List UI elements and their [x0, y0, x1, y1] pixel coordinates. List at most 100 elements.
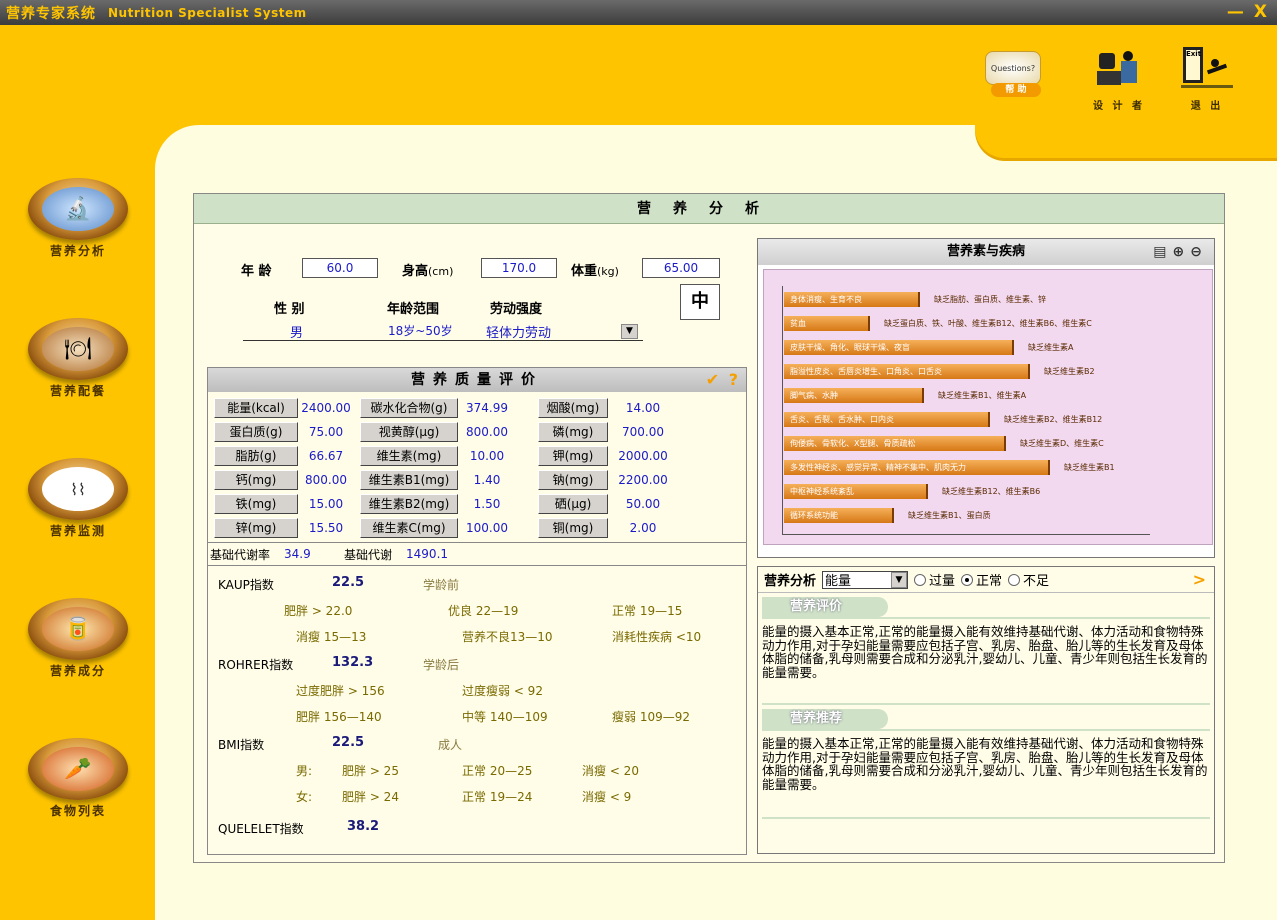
table-row: 脂肪(g) 66.67 维生素(mg) 10.00 钾(mg) 2000.00 — [214, 444, 678, 468]
analysis-toolbar: 营养分析 能量 ▼ 过量 正常 不足 > — [758, 567, 1214, 593]
microscope-icon: 🔬 — [42, 187, 114, 231]
zoom-in-icon[interactable]: ⊕ — [1173, 244, 1191, 260]
sex-label: 性 别 — [274, 302, 305, 317]
exit-icon: Exit — [1177, 45, 1237, 95]
diagram-bar: 舌炎、舌裂、舌水肿、口内炎 — [784, 412, 990, 427]
height-input[interactable]: 170.0 — [481, 258, 557, 278]
close-button[interactable]: X — [1254, 2, 1267, 22]
quality-evaluation-panel: 营养质量评价 ✔ ? 能量(kcal) 2400.00 碳水化合物(g) 374… — [207, 367, 747, 855]
table-row: 能量(kcal) 2400.00 碳水化合物(g) 374.99 烟酸(mg) … — [214, 396, 678, 420]
question-icon[interactable]: ? — [729, 370, 740, 389]
rohrer-range: 过度肥胖 > 156 — [296, 684, 385, 698]
diagram-bar: 多发性神经炎、感觉异常、精神不集中、肌肉无力 — [784, 460, 1050, 475]
height-label: 身高(cm) — [402, 264, 454, 279]
diagram-row: 身体消瘦、生育不良 缺乏脂肪、蛋白质、维生素、锌 — [784, 292, 1046, 307]
diagram-note: 缺乏维生素B1、维生素A — [938, 391, 1027, 400]
header-tab-shape — [975, 122, 1277, 158]
diagram-row: 脂溢性皮炎、舌唇炎增生、口角炎、口舌炎 缺乏维生素B2 — [784, 364, 1095, 379]
nutrient-value: 1.50 — [473, 497, 501, 511]
nutrient-button[interactable]: 烟酸(mg) — [538, 398, 608, 418]
sidebar-item-label: 食物列表 — [49, 804, 106, 818]
rohrer-group: 学龄后 — [423, 658, 460, 672]
sidebar-item-nutrition-analysis[interactable]: 🔬 营养分析 — [22, 178, 134, 259]
diagram-note: 缺乏脂肪、蛋白质、维生素、锌 — [934, 295, 1046, 304]
nutrient-button[interactable]: 维生素B2(mg) — [360, 494, 458, 514]
nutrient-value: 2400.00 — [301, 401, 351, 415]
diagram-row: 循环系统功能 缺乏维生素B1、蛋白质 — [784, 508, 991, 523]
diagram-note: 缺乏维生素D、维生素C — [1020, 439, 1104, 448]
check-icon[interactable]: ✔ — [706, 370, 721, 389]
nutrient-value: 100.00 — [466, 521, 508, 535]
bmr-label: 基础代谢 — [344, 547, 393, 562]
meal-icon: 🍽 — [42, 327, 114, 371]
nutrient-button[interactable]: 维生素(mg) — [360, 446, 458, 466]
quality-evaluation-title: 营养质量评价 ✔ ? — [208, 368, 746, 392]
kaup-label: KAUP指数 — [218, 578, 274, 592]
nutrient-value: 15.50 — [308, 521, 344, 535]
next-arrow-icon[interactable]: > — [1193, 570, 1206, 589]
weight-input[interactable]: 65.00 — [642, 258, 720, 278]
labor-label: 劳动强度 — [490, 302, 543, 317]
nutrient-value: 374.99 — [466, 401, 508, 415]
nutrient-select[interactable]: 能量 ▼ — [822, 570, 909, 589]
exit-button[interactable]: Exit 退 出 — [1174, 45, 1240, 112]
kaup-value: 22.5 — [332, 575, 365, 590]
diagram-note: 缺乏维生素B12、维生素B6 — [942, 487, 1041, 496]
diagram-bar: 贫血 — [784, 316, 870, 331]
nutrient-button[interactable]: 视黄醇(μg) — [360, 422, 458, 442]
bmr-rate-value: 34.9 — [284, 547, 311, 561]
nutrient-button[interactable]: 钙(mg) — [214, 470, 298, 490]
labor-value: 轻体力劳动 — [486, 326, 552, 341]
nutrient-button[interactable]: 钾(mg) — [538, 446, 608, 466]
nutrient-button[interactable]: 铜(mg) — [538, 518, 608, 538]
nutrient-button[interactable]: 维生素B1(mg) — [360, 470, 458, 490]
nutrient-button[interactable]: 铁(mg) — [214, 494, 298, 514]
help-button[interactable]: Questions? 帮 助 — [980, 45, 1046, 97]
sidebar-item-food-list[interactable]: 🥕 食物列表 — [22, 738, 134, 819]
app-subtitle: Nutrition Specialist System — [108, 5, 307, 20]
radio-excess[interactable]: 过量 — [914, 570, 955, 589]
nutrient-button[interactable]: 碳水化合物(g) — [360, 398, 458, 418]
table-row: 蛋白质(g) 75.00 视黄醇(μg) 800.00 磷(mg) 700.00 — [214, 420, 678, 444]
zoom-out-icon[interactable]: ⊖ — [1190, 244, 1208, 260]
nutrient-button[interactable]: 磷(mg) — [538, 422, 608, 442]
sidebar-item-meal-planning[interactable]: 🍽 营养配餐 — [22, 318, 134, 399]
rohrer-label: ROHRER指数 — [218, 658, 294, 672]
nutrient-button[interactable]: 能量(kcal) — [214, 398, 298, 418]
nutrient-button[interactable]: 锌(mg) — [214, 518, 298, 538]
sidebar-item-nutrition-ingredients[interactable]: 🥫 营养成分 — [22, 598, 134, 679]
rohrer-range: 瘦弱 109—92 — [612, 710, 690, 724]
diagram-bar: 身体消瘦、生育不良 — [784, 292, 920, 307]
document-icon[interactable]: ▤ — [1153, 244, 1172, 260]
recommendation-tag: 营养推荐 — [762, 709, 888, 729]
sidebar-item-label: 营养配餐 — [49, 384, 106, 398]
bmr-row: 基础代谢率 34.9 基础代谢 1490.1 — [208, 542, 746, 566]
table-row: 钙(mg) 800.00 维生素B1(mg) 1.40 钠(mg) 2200.0… — [214, 468, 678, 492]
nutrient-button[interactable]: 维生素C(mg) — [360, 518, 458, 538]
bmi-group: 成人 — [438, 738, 463, 752]
minimize-button[interactable]: — — [1227, 2, 1244, 22]
labor-dropdown-button[interactable]: ▼ — [621, 324, 638, 339]
kaup-range: 正常 19—15 — [612, 604, 683, 618]
age-range-value: 18岁~50岁 — [388, 324, 453, 338]
bmi-range: 肥胖 > 24 — [342, 790, 399, 804]
table-row: 铁(mg) 15.00 维生素B2(mg) 1.50 硒(μg) 50.00 — [214, 492, 678, 516]
nutrient-button[interactable]: 蛋白质(g) — [214, 422, 298, 442]
nutrient-value: 700.00 — [622, 425, 664, 439]
bmi-value: 22.5 — [332, 735, 365, 750]
nutrient-button[interactable]: 钠(mg) — [538, 470, 608, 490]
radio-deficient[interactable]: 不足 — [1008, 570, 1049, 589]
bmi-range: 正常 20—25 — [462, 764, 533, 778]
kaup-range: 消瘦 15—13 — [296, 630, 367, 644]
sidebar-item-nutrition-monitor[interactable]: ⌇⌇ 营养监测 — [22, 458, 134, 539]
designer-button[interactable]: 设 计 者 — [1086, 45, 1152, 112]
sidebar-item-label: 营养监测 — [49, 524, 106, 538]
age-input[interactable]: 60.0 — [302, 258, 378, 278]
bmi-range: 肥胖 > 25 — [342, 764, 399, 778]
nutrient-value: 14.00 — [625, 401, 661, 415]
radio-normal[interactable]: 正常 — [961, 570, 1002, 589]
kaup-range: 营养不良13—10 — [462, 630, 553, 644]
nutrient-button[interactable]: 脂肪(g) — [214, 446, 298, 466]
nutrient-button[interactable]: 硒(μg) — [538, 494, 608, 514]
nutrition-analysis-panel: 营养分析 年 龄 60.0 身高(cm) 170.0 体重(kg) 65.00 … — [193, 193, 1225, 863]
